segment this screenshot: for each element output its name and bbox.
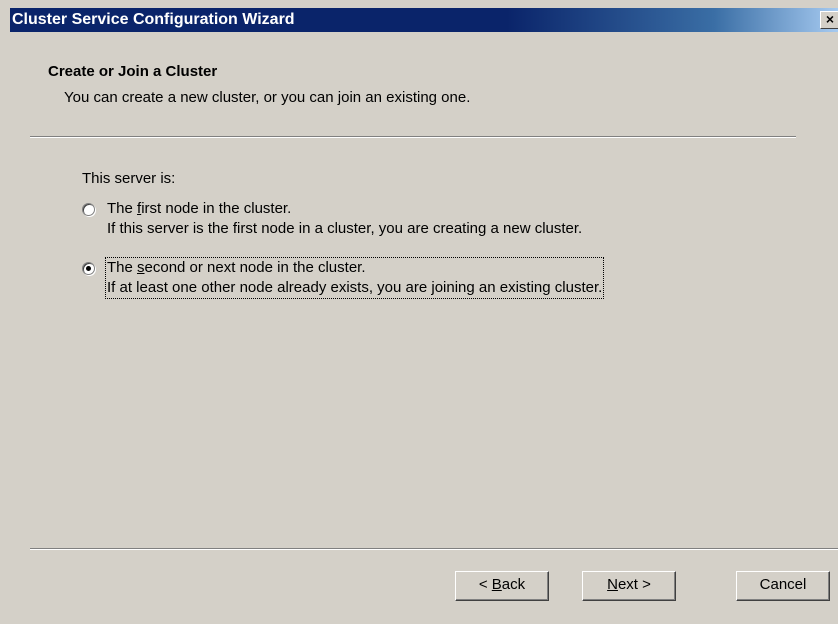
next-suffix: ext > [617,576,651,593]
back-accel: B [491,576,502,593]
page-title: Create or Join a Cluster [48,63,218,80]
title-bar[interactable]: Cluster Service Configuration Wizard × [10,8,838,32]
radio-button-unselected[interactable] [82,203,95,216]
wizard-window: Cluster Service Configuration Wizard × C… [0,0,838,624]
option-label-prefix: The [107,259,138,276]
option-description: If this server is the first node in a cl… [107,220,583,237]
cancel-button[interactable]: Cancel [736,571,830,601]
option-text[interactable]: The first node in the cluster. If this s… [107,199,582,239]
option-label-suffix: irst node in the cluster. [141,200,292,217]
header-divider [30,136,796,138]
radio-dot-icon [86,266,91,271]
option-text-focused[interactable]: The second or next node in the cluster. … [104,257,605,299]
wizard-header [10,32,838,138]
back-button[interactable]: < Back [455,571,549,601]
section-label: This server is: [82,170,176,187]
radio-button-selected[interactable] [82,262,95,275]
back-suffix: ack [501,576,526,593]
next-button[interactable]: Next > [582,571,676,601]
next-accel: N [607,576,618,593]
back-prefix: < [478,576,492,593]
page-subtitle: You can create a new cluster, or you can… [64,89,471,106]
close-icon[interactable]: × [820,11,838,29]
option-label-suffix: econd or next node in the cluster. [144,259,366,276]
footer-divider [30,548,838,550]
window-title: Cluster Service Configuration Wizard [12,11,295,28]
option-label-accel: s [137,259,145,276]
option-description: If at least one other node already exist… [107,279,603,296]
option-label-prefix: The [107,200,138,217]
